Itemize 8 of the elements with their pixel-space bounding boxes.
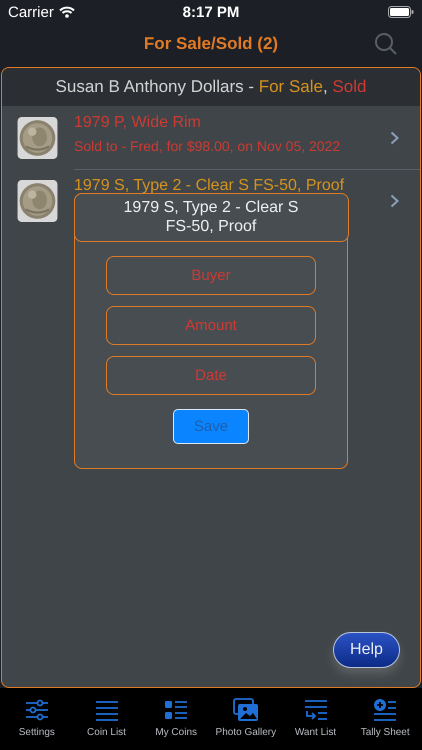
section-header: Susan B Anthony Dollars - For Sale, Sold (2, 68, 420, 106)
coin-title: 1979 P, Wide Rim (74, 114, 202, 132)
carrier-label: Carrier (8, 4, 54, 20)
clock-time: 8:17 PM (182, 4, 240, 20)
dialog-title: 1979 S, Type 2 - Clear S FS-50, Proof (74, 192, 348, 242)
coin-title: 1979 S, Type 2 - Clear S FS-50, Proof (74, 177, 346, 195)
screen-title: For Sale/Sold (2) (144, 34, 278, 54)
sale-details: Sold to - Fred, for $98.00, on Nov 05, 2022 (74, 138, 342, 154)
